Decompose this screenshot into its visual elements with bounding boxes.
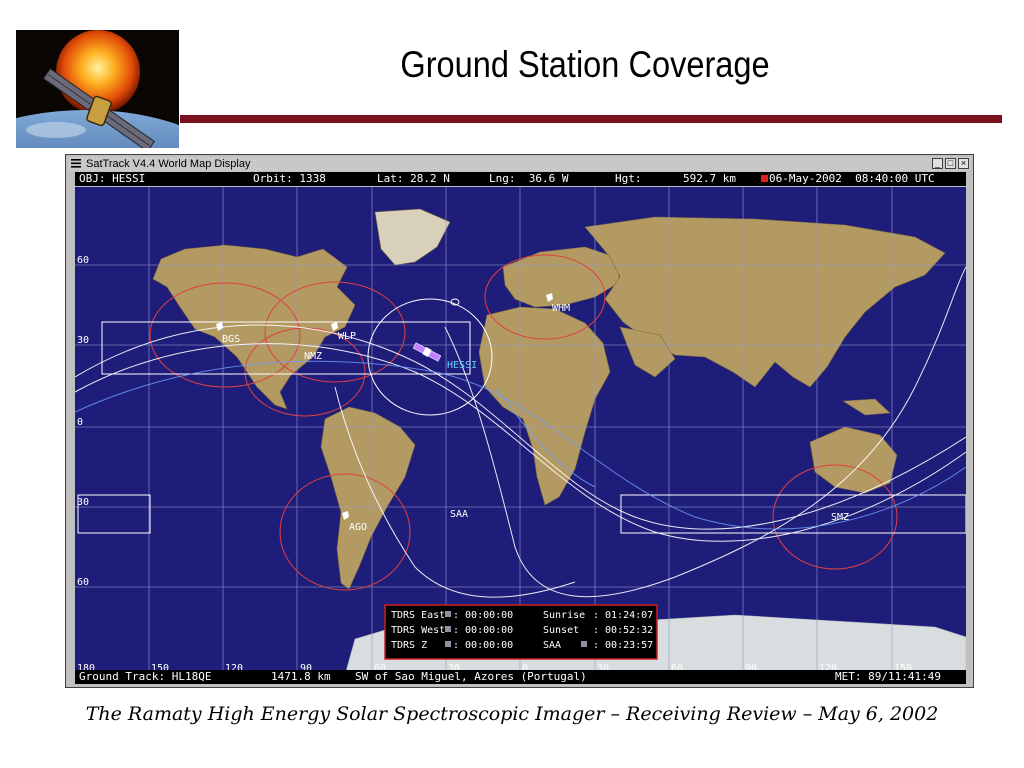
station-label-nmz: NMZ [304,351,322,362]
height-readout: 592.7 km [683,172,736,185]
tdrs-z-value: : 00:00:00 [453,640,513,651]
close-button[interactable]: × [958,158,969,169]
tdrs-east-value: : 00:00:00 [453,610,513,621]
tdrs-west-value: : 00:00:00 [453,625,513,636]
station-label-saa: SAA [450,509,468,520]
slide-title: Ground Station Coverage [400,44,770,85]
object-readout: OBJ: HESSI [79,172,146,185]
sun-satellite-logo [16,30,179,148]
window-menu-icon[interactable] [70,158,82,169]
saa-value: : 00:23:57 [593,640,653,651]
lat-label-30s: 30 [77,497,89,508]
orbit-readout: Orbit: 1338 [253,172,326,185]
slide-footer: The Ramaty High Energy Solar Spectroscop… [85,703,939,725]
tdrs-west-label: TDRS West [391,625,445,636]
world-map[interactable]: 60 30 0 30 60 180 150 120 90 60 30 0 30 … [74,187,967,676]
latitude-readout: Lat: 28.2 N [377,172,450,185]
tdrs-east-label: TDRS East [391,610,445,621]
sunset-value: : 00:52:32 [593,625,653,636]
status-indicator [761,175,768,182]
station-label-wlp: WLP [338,331,356,342]
lat-label-60n: 60 [77,255,89,266]
minimize-button[interactable]: _ [932,158,943,169]
bottom-status-bar: Ground Track: HL18QE 1471.8 km SW of Sao… [75,670,966,684]
satellite-label: HESSI [447,360,477,371]
maximize-button[interactable]: □ [945,158,956,169]
distance-readout: 1471.8 km [271,670,331,683]
height-label: Hgt: [615,172,642,185]
station-label-whm: WHM [552,303,570,314]
station-label-bgs: BGS [222,334,240,345]
saa-label: SAA [543,640,561,651]
sunrise-value: : 01:24:07 [593,610,653,621]
sunrise-label: Sunrise [543,610,585,621]
info-box: TDRS East : 00:00:00 Sunrise : 01:24:07 … [384,604,658,660]
ground-track-readout: Ground Track: HL18QE [79,670,212,683]
sattrack-window: SatTrack V4.4 World Map Display _ □ × OB… [65,154,974,688]
longitude-readout: Lng: 36.6 W [489,172,569,185]
location-readout: SW of Sao Miguel, Azores (Portugal) [355,670,587,683]
datetime-text: 06-May-2002 08:40:00 UTC [769,172,935,185]
sunset-label: Sunset [543,625,579,636]
lat-label-0: 0 [77,417,83,428]
lat-label-60s: 60 [77,577,89,588]
met-readout: MET: 89/11:41:49 [835,670,941,683]
station-label-ago: AGO [349,522,367,533]
window-titlebar[interactable]: SatTrack V4.4 World Map Display _ □ × [68,157,971,171]
station-label-smz: SMZ [831,512,849,523]
top-status-bar: OBJ: HESSI Orbit: 1338 Lat: 28.2 N Lng: … [75,172,966,186]
window-title: SatTrack V4.4 World Map Display [86,158,251,170]
title-rule [180,115,1002,123]
datetime-readout: 06-May-2002 08:40:00 UTC [761,172,935,186]
tdrs-z-label: TDRS Z [391,640,427,651]
lat-label-30n: 30 [77,335,89,346]
